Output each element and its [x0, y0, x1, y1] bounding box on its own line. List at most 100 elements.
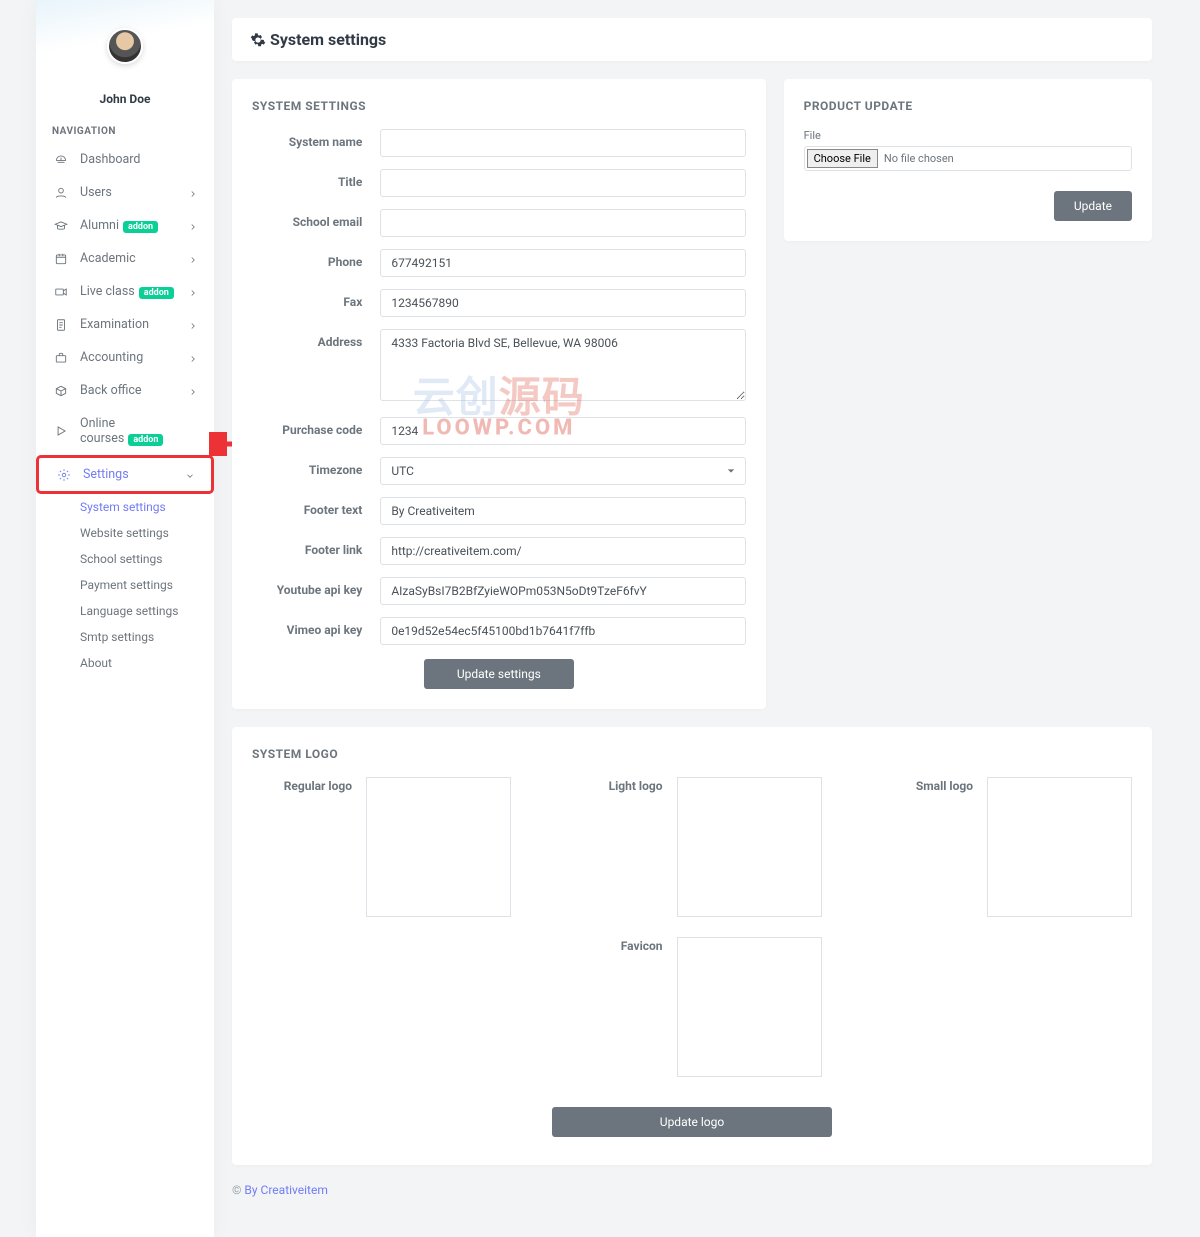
sub-item-payment-settings[interactable]: Payment settings: [80, 572, 214, 598]
sidebar-item-label: Dashboard: [80, 152, 198, 167]
main-content: System settings SYSTEM SETTINGS System n…: [232, 0, 1200, 1237]
sidebar-item-label: Online courses: [80, 416, 124, 446]
chevron-down-icon: [185, 470, 195, 480]
label-system-name: System name: [252, 129, 380, 149]
box-icon: [52, 384, 70, 398]
chevron-right-icon: [188, 353, 198, 363]
fax-input[interactable]: [380, 289, 745, 317]
chevron-right-icon: [188, 188, 198, 198]
briefcase-icon: [52, 351, 70, 365]
sidebar-item-back-office[interactable]: Back office: [36, 374, 214, 407]
label-title: Title: [252, 169, 380, 189]
footer-link[interactable]: By Creativeitem: [244, 1183, 327, 1197]
sidebar-item-academic[interactable]: Academic: [36, 242, 214, 275]
label-footer-link: Footer link: [252, 537, 380, 557]
sidebar-header: [36, 0, 214, 60]
timezone-select[interactable]: UTC: [380, 457, 745, 485]
title-input[interactable]: [380, 169, 745, 197]
sub-item-smtp-settings[interactable]: Smtp settings: [80, 624, 214, 650]
sub-item-website-settings[interactable]: Website settings: [80, 520, 214, 546]
card-title: SYSTEM LOGO: [252, 747, 1132, 761]
file-input[interactable]: Choose File No file chosen: [804, 146, 1132, 171]
product-update-card: PRODUCT UPDATE File Choose File No file …: [784, 79, 1152, 241]
chevron-right-icon: [188, 320, 198, 330]
sidebar-item-label: Academic: [80, 251, 188, 266]
chevron-right-icon: [188, 386, 198, 396]
graduation-icon: [52, 219, 70, 233]
sidebar-item-label: Users: [80, 185, 188, 200]
file-status: No file chosen: [884, 152, 954, 165]
update-button[interactable]: Update: [1054, 191, 1132, 221]
sidebar-item-label: Settings: [83, 467, 185, 482]
sidebar-item-settings[interactable]: Settings: [36, 455, 214, 494]
sidebar-item-live-class[interactable]: Live class addon: [36, 275, 214, 308]
avatar[interactable]: [107, 28, 143, 64]
page-footer: © By Creativeitem: [232, 1165, 1152, 1207]
page-title: System settings: [270, 30, 386, 49]
sidebar-item-users[interactable]: Users: [36, 176, 214, 209]
page-header: System settings: [232, 18, 1152, 61]
update-settings-button[interactable]: Update settings: [424, 659, 574, 689]
system-settings-card: SYSTEM SETTINGS System name Title School…: [232, 79, 766, 709]
label-phone: Phone: [252, 249, 380, 269]
system-name-input[interactable]: [380, 129, 745, 157]
sidebar-item-accounting[interactable]: Accounting: [36, 341, 214, 374]
footer-copy: ©: [232, 1183, 244, 1197]
calendar-icon: [52, 252, 70, 266]
update-logo-button[interactable]: Update logo: [552, 1107, 832, 1137]
sub-item-language-settings[interactable]: Language settings: [80, 598, 214, 624]
sub-item-about[interactable]: About: [80, 650, 214, 676]
label-footer-text: Footer text: [252, 497, 380, 517]
favicon-upload[interactable]: [677, 937, 822, 1077]
sidebar: John Doe NAVIGATION Dashboard Users Alum…: [36, 0, 214, 1237]
addon-badge: addon: [123, 221, 158, 233]
label-light-logo: Light logo: [563, 777, 663, 793]
label-timezone: Timezone: [252, 457, 380, 477]
vimeo-api-input[interactable]: [380, 617, 745, 645]
sidebar-item-label: Examination: [80, 317, 188, 332]
sidebar-item-examination[interactable]: Examination: [36, 308, 214, 341]
sub-item-school-settings[interactable]: School settings: [80, 546, 214, 572]
addon-badge: addon: [139, 287, 174, 299]
file-label: File: [804, 129, 1132, 142]
dashboard-icon: [52, 153, 70, 167]
chevron-right-icon: [188, 287, 198, 297]
label-school-email: School email: [252, 209, 380, 229]
sub-item-system-settings[interactable]: System settings: [80, 494, 214, 520]
label-small-logo: Small logo: [873, 777, 973, 793]
play-icon: [52, 424, 70, 438]
addon-badge: addon: [128, 434, 163, 446]
chevron-right-icon: [188, 254, 198, 264]
small-logo-upload[interactable]: [987, 777, 1132, 917]
purchase-code-input[interactable]: [380, 417, 745, 445]
nav-section-title: NAVIGATION: [36, 106, 214, 143]
label-fax: Fax: [252, 289, 380, 309]
phone-input[interactable]: [380, 249, 745, 277]
card-title: SYSTEM SETTINGS: [252, 99, 746, 113]
light-logo-upload[interactable]: [677, 777, 822, 917]
system-logo-card: SYSTEM LOGO Regular logo Light logo Smal…: [232, 727, 1152, 1165]
document-icon: [52, 318, 70, 332]
sidebar-item-label: Live class: [80, 284, 135, 299]
sidebar-item-alumni[interactable]: Alumni addon: [36, 209, 214, 242]
footer-link-input[interactable]: [380, 537, 745, 565]
label-regular-logo: Regular logo: [252, 777, 352, 793]
sidebar-item-online-courses[interactable]: Online courses addon: [36, 407, 214, 455]
choose-file-button[interactable]: Choose File: [807, 149, 878, 168]
sidebar-item-dashboard[interactable]: Dashboard: [36, 143, 214, 176]
address-input[interactable]: 4333 Factoria Blvd SE, Bellevue, WA 9800…: [380, 329, 745, 401]
label-purchase-code: Purchase code: [252, 417, 380, 437]
label-favicon: Favicon: [563, 937, 663, 953]
school-email-input[interactable]: [380, 209, 745, 237]
youtube-api-input[interactable]: [380, 577, 745, 605]
footer-text-input[interactable]: [380, 497, 745, 525]
caret-down-icon: [727, 467, 735, 475]
timezone-value: UTC: [391, 464, 414, 478]
gear-icon: [55, 468, 73, 482]
sidebar-item-label: Alumni: [80, 218, 119, 233]
gear-icon: [250, 32, 266, 48]
regular-logo-upload[interactable]: [366, 777, 511, 917]
chevron-right-icon: [188, 221, 198, 231]
user-icon: [52, 186, 70, 200]
card-title: PRODUCT UPDATE: [804, 99, 1132, 113]
